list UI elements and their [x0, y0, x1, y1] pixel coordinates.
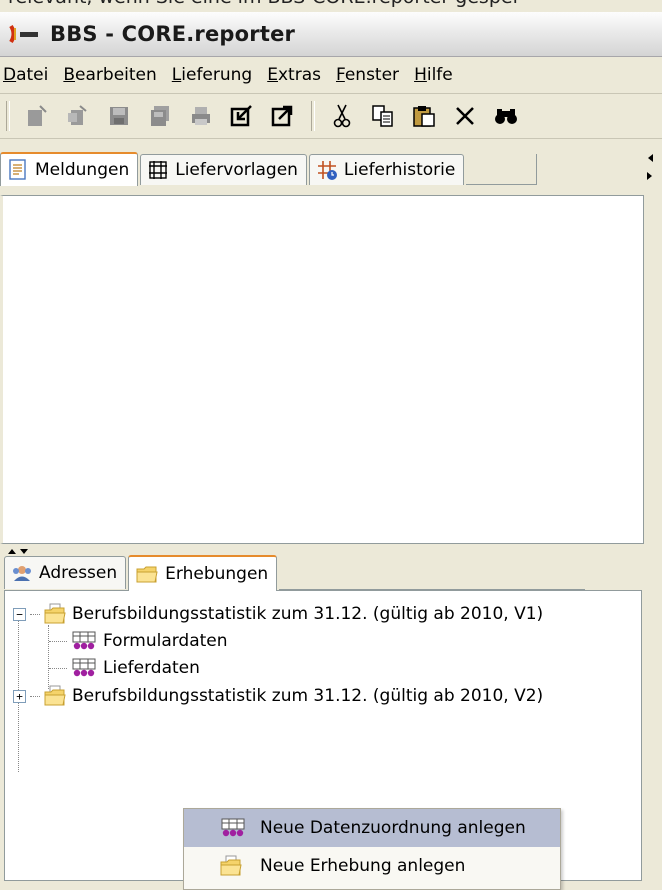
delete-icon [456, 107, 474, 125]
tab-adressen-label: Adressen [39, 563, 118, 583]
menu-hilfe[interactable]: Hilfe [410, 65, 464, 85]
save-all-icon [151, 106, 169, 126]
delete-button[interactable] [446, 97, 484, 135]
tree-connector [49, 667, 67, 669]
people-icon [11, 562, 33, 584]
expand-icon[interactable]: + [13, 689, 26, 703]
menu-item-neue-erhebung[interactable]: Neue Erhebung anlegen [184, 847, 560, 885]
print-button[interactable] [182, 97, 220, 135]
tab-strip-filler [466, 154, 538, 185]
tab-meldungen-label: Meldungen [35, 160, 130, 180]
data-table-icon [72, 631, 96, 650]
document-icon [7, 159, 29, 181]
copy-icon [372, 105, 393, 127]
import-button[interactable] [223, 97, 261, 135]
collapse-icon[interactable]: − [13, 607, 26, 621]
menu-extras[interactable]: Extras [263, 65, 332, 85]
lower-tab-filler [279, 556, 586, 590]
new-doc-icon [28, 105, 47, 126]
tab-erhebungen[interactable]: Erhebungen [128, 555, 278, 591]
grid-history-icon [316, 159, 338, 181]
tree-connector [30, 695, 40, 697]
cut-button[interactable] [323, 97, 361, 135]
title-bar[interactable]: BBS - CORE.reporter [0, 12, 662, 57]
lower-tab-strip: Adressen Erhebungen [4, 555, 586, 591]
save-all-button[interactable] [141, 97, 179, 135]
new-copy-icon [68, 105, 87, 125]
tab-meldungen[interactable]: Meldungen [0, 152, 139, 186]
tab-adressen[interactable]: Adressen [4, 556, 127, 589]
export-button[interactable] [264, 97, 302, 135]
background-document-text: relevant, wenn Sie eine im BBS-CORE.repo… [8, 0, 662, 8]
save-button[interactable] [100, 97, 138, 135]
tab-lieferhistorie-label: Lieferhistorie [343, 160, 456, 180]
tree-node-formulardaten-label: Formulardaten [103, 631, 228, 651]
paste-button[interactable] [405, 97, 443, 135]
new-copy-button[interactable] [59, 97, 97, 135]
data-mapping-icon [220, 817, 246, 844]
copy-button[interactable] [364, 97, 402, 135]
folder-doc-icon [44, 685, 66, 706]
paste-icon [413, 106, 435, 127]
tree-node-v2-label: Berufsbildungsstatistik zum 31.12. (gült… [72, 686, 544, 706]
meldungen-content-area[interactable] [0, 195, 644, 544]
java-cup-icon [8, 24, 42, 44]
toolbar-separator [311, 101, 315, 131]
tab-liefervorlagen[interactable]: Liefervorlagen [140, 154, 307, 185]
tree-node-lieferdaten[interactable]: Lieferdaten [49, 655, 200, 681]
find-button[interactable] [487, 97, 525, 135]
menu-fenster[interactable]: Fenster [332, 65, 410, 85]
tab-liefervorlagen-label: Liefervorlagen [175, 160, 298, 180]
menu-bearbeiten[interactable]: Bearbeiten [59, 65, 167, 85]
context-menu: Neue Datenzuordnung anlegen Neue Erhebun… [183, 808, 561, 890]
tree-connector [49, 640, 67, 642]
tree-node-lieferdaten-label: Lieferdaten [103, 658, 200, 678]
tab-scroll-arrows[interactable] [645, 152, 655, 182]
toolbar-grip[interactable] [6, 101, 10, 131]
menu-item-neue-datenzuordnung-label: Neue Datenzuordnung anlegen [260, 818, 526, 838]
menu-bar: Datei Bearbeiten Lieferung Extras Fenste… [0, 57, 662, 94]
folder-doc-icon [220, 855, 242, 882]
new-doc-button[interactable] [18, 97, 56, 135]
data-table-icon [72, 658, 96, 677]
upper-panel: Meldungen Liefervorlagen Lieferhistorie [0, 138, 653, 548]
print-icon [192, 107, 210, 125]
export-icon [271, 105, 293, 127]
menu-datei[interactable]: Datei [0, 65, 59, 85]
cut-icon [333, 104, 351, 128]
tab-erhebungen-label: Erhebungen [165, 564, 269, 584]
import-icon [230, 105, 252, 127]
grid-icon [147, 159, 169, 181]
tree-node-v1[interactable]: − Berufsbildungsstatistik zum 31.12. (gü… [13, 601, 543, 627]
find-icon [495, 109, 517, 124]
tree-node-v2[interactable]: + Berufsbildungsstatistik zum 31.12. (gü… [13, 683, 543, 709]
save-icon [110, 107, 128, 125]
tree-connector [30, 613, 40, 615]
tree-node-formulardaten[interactable]: Formulardaten [49, 628, 228, 654]
tree-node-v1-label: Berufsbildungsstatistik zum 31.12. (gült… [72, 604, 544, 624]
tab-lieferhistorie[interactable]: Lieferhistorie [308, 154, 465, 185]
toolbar [0, 94, 662, 139]
upper-tab-strip: Meldungen Liefervorlagen Lieferhistorie [0, 152, 648, 186]
menu-item-neue-datenzuordnung[interactable]: Neue Datenzuordnung anlegen [184, 809, 560, 847]
folder-doc-icon [44, 603, 66, 624]
window-title: BBS - CORE.reporter [50, 22, 296, 46]
folder-icon [135, 563, 159, 585]
menu-lieferung[interactable]: Lieferung [168, 65, 263, 85]
menu-item-neue-erhebung-label: Neue Erhebung anlegen [260, 856, 466, 876]
